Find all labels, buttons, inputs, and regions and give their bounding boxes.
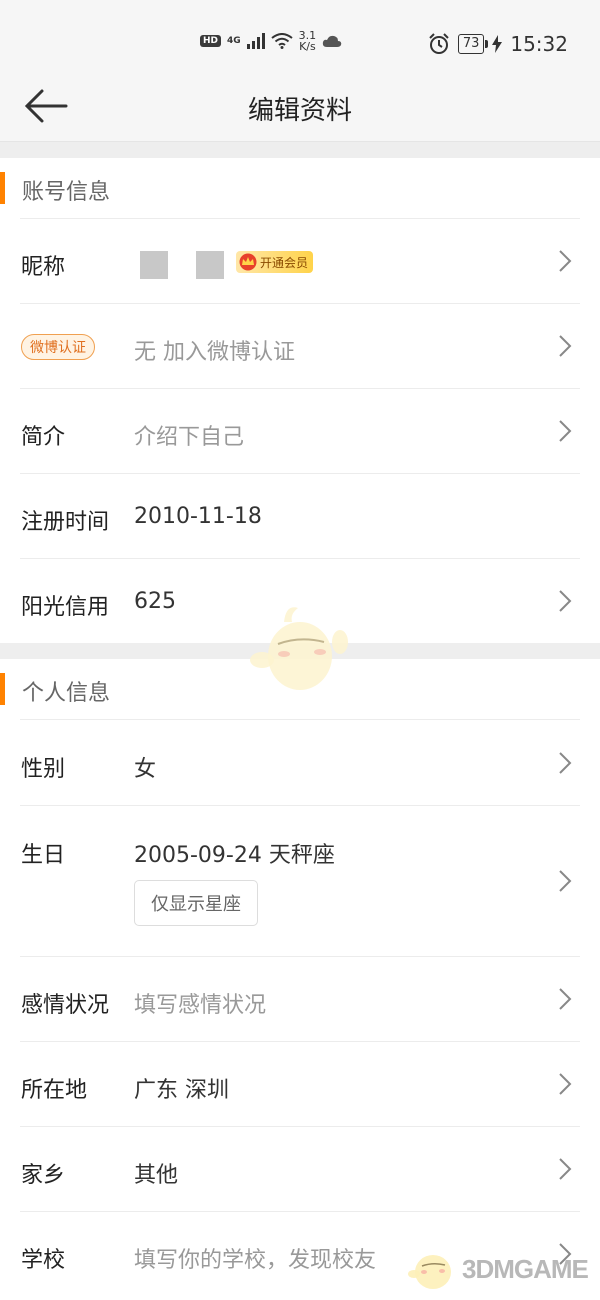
- status-bar: HD 4G 3.1 K/s 73 15:32: [0, 0, 600, 70]
- cloud-icon: [323, 35, 342, 47]
- chevron-right-icon: [559, 1073, 572, 1095]
- relationship-placeholder: 填写感情状况: [134, 993, 267, 1018]
- row-register-time: 注册时间 2010-11-18: [0, 473, 600, 558]
- chevron-right-icon: [559, 420, 572, 442]
- row-label: 注册时间: [21, 510, 110, 535]
- chevron-right-icon: [559, 250, 572, 272]
- network-speed: 3.1 K/s: [298, 29, 317, 53]
- mascot-logo-icon: [408, 1255, 451, 1289]
- verification-value: 无 加入微博认证: [134, 340, 295, 365]
- row-label: 简介: [21, 425, 66, 450]
- chevron-right-icon: [559, 988, 572, 1010]
- row-nickname[interactable]: 昵称 开通会员: [0, 218, 600, 303]
- gender-value: 女: [134, 757, 157, 782]
- chevron-right-icon: [559, 335, 572, 357]
- wifi-icon: [271, 33, 293, 49]
- row-hometown[interactable]: 家乡 其他: [0, 1126, 600, 1211]
- section-divider: [0, 142, 600, 158]
- row-label: 学校: [21, 1248, 66, 1273]
- section-accent-bar: [0, 172, 5, 204]
- row-label: 昵称: [21, 255, 66, 280]
- network-type: 4G: [227, 35, 241, 46]
- verification-tag: 微博认证: [21, 334, 95, 360]
- chevron-right-icon: [559, 590, 572, 612]
- signal-icon: [246, 33, 265, 49]
- row-relationship[interactable]: 感情状况 填写感情状况: [0, 956, 600, 1041]
- location-value: 广东 深圳: [134, 1078, 229, 1103]
- section-title: 个人信息: [22, 681, 111, 706]
- section-accent-bar: [0, 673, 5, 705]
- horoscope-only-button[interactable]: 仅显示星座: [134, 880, 258, 926]
- bio-placeholder: 介绍下自己: [134, 425, 245, 450]
- clock: 15:32: [510, 32, 568, 56]
- row-location[interactable]: 所在地 广东 深圳: [0, 1041, 600, 1126]
- chevron-right-icon: [559, 752, 572, 774]
- hometown-value: 其他: [134, 1163, 179, 1188]
- row-birthday[interactable]: 生日 2005-09-24 天秤座 仅显示星座: [0, 805, 600, 956]
- vip-badge[interactable]: 开通会员: [236, 251, 314, 273]
- chevron-right-icon: [559, 870, 572, 892]
- chevron-right-icon: [559, 1158, 572, 1180]
- row-label: 所在地: [21, 1078, 88, 1103]
- school-placeholder: 填写你的学校，发现校友: [134, 1248, 377, 1273]
- row-label: 生日: [21, 843, 66, 868]
- mascot-watermark-icon: [250, 607, 348, 690]
- row-verification[interactable]: 微博认证 无 加入微博认证: [0, 303, 600, 388]
- row-label: 性别: [21, 757, 66, 782]
- row-label: 阳光信用: [21, 595, 110, 620]
- hd-icon: HD: [200, 35, 222, 47]
- row-label: 家乡: [21, 1163, 66, 1188]
- status-right: 73 15:32: [428, 32, 568, 56]
- page-title: 编辑资料: [247, 96, 352, 126]
- nickname-blurred: [140, 251, 168, 279]
- watermark-text: 3DMGAME: [462, 1253, 589, 1284]
- alarm-icon: [429, 33, 449, 54]
- row-label: 感情状况: [21, 993, 110, 1018]
- status-left: HD 4G 3.1 K/s: [200, 30, 342, 52]
- section-header-account: 账号信息: [0, 158, 600, 218]
- section-title: 账号信息: [22, 180, 111, 205]
- watermark: 3DMGAME: [408, 1248, 589, 1290]
- nickname-blurred: [196, 251, 224, 279]
- battery-indicator: 73: [457, 34, 488, 54]
- row-bio[interactable]: 简介 介绍下自己: [0, 388, 600, 473]
- charging-icon: [492, 35, 503, 53]
- credit-score: 625: [134, 589, 176, 614]
- birthday-value: 2005-09-24 天秤座: [134, 843, 335, 868]
- crown-icon: [239, 253, 257, 271]
- nav-bar: 编辑资料: [0, 70, 600, 142]
- register-date: 2010-11-18: [134, 504, 262, 529]
- row-gender[interactable]: 性别 女: [0, 719, 600, 805]
